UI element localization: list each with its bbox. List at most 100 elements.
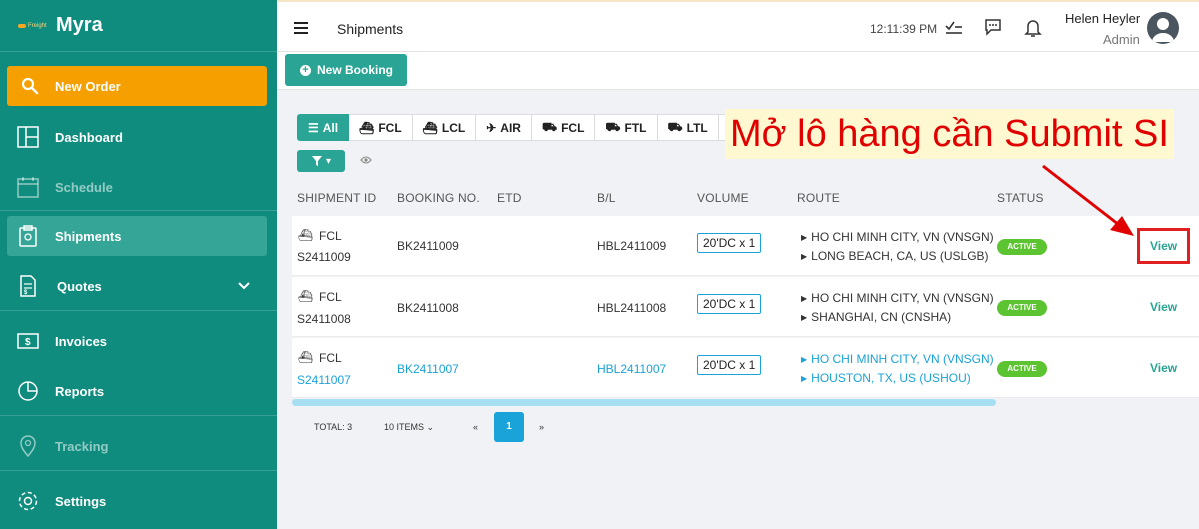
chat-icon[interactable]	[984, 18, 1002, 36]
volume-tag: 20'DC x 1	[697, 294, 762, 314]
sidebar-item-shipments[interactable]: Shipments	[7, 216, 267, 256]
sidebar-item-label: Quotes	[57, 278, 102, 294]
svg-text:$: $	[25, 337, 31, 348]
sidebar-divider	[0, 415, 277, 416]
caret-right-icon: ▶	[801, 294, 808, 303]
ship-icon: ⛴	[422, 120, 438, 135]
brand[interactable]: Freight Myra	[0, 0, 277, 52]
avatar[interactable]	[1147, 12, 1179, 44]
route-origin[interactable]: ▶ HO CHI MINH CITY, VN (VNSGN)	[801, 352, 994, 366]
chevron-down-icon[interactable]	[237, 281, 251, 291]
shipment-mode: FCL	[319, 290, 342, 304]
volume-tag: 20'DC x 1	[697, 233, 762, 253]
sidebar-item-schedule[interactable]: Schedule	[0, 174, 277, 200]
view-button[interactable]: View	[1150, 361, 1177, 375]
column-header-volume[interactable]: VOLUME	[697, 191, 749, 205]
caret-right-icon: ▶	[801, 374, 808, 383]
hamburger-menu-icon[interactable]	[294, 22, 308, 34]
view-button[interactable]: View	[1150, 300, 1177, 314]
gear-icon	[16, 489, 40, 513]
sidebar-item-label: Dashboard	[55, 129, 123, 145]
column-header-shipment-id[interactable]: SHIPMENT ID	[297, 191, 376, 205]
ship-icon: ⛴	[298, 289, 314, 303]
action-bar: + New Booking	[277, 52, 1199, 90]
invoice-doc-icon: $	[16, 274, 40, 298]
caret-right-icon: ▶	[801, 233, 808, 242]
sidebar-item-invoices[interactable]: $ Invoices	[0, 328, 277, 354]
mode-tabs: ☰All ⛴FCL ⛴LCL ✈AIR ⛟FCL ⛟FTL ⛟LTL #OT	[297, 114, 768, 141]
tab-air[interactable]: ✈ AIR	[476, 114, 532, 141]
bl-number-link[interactable]: HBL2411007	[597, 362, 666, 376]
chevron-down-icon: ⌄	[426, 422, 435, 432]
truck-icon: ⛟	[541, 119, 558, 134]
status-badge: ACTIVE	[997, 361, 1047, 377]
annotation-arrow	[1042, 164, 1134, 236]
checklist-icon[interactable]	[944, 18, 964, 38]
tab-fcl-truck[interactable]: ⛟ FCL	[531, 114, 596, 141]
new-order-button[interactable]: New Order	[7, 66, 267, 106]
booking-no: BK2411008	[397, 301, 459, 315]
volume-tag: 20'DC x 1	[697, 355, 762, 375]
route-destination[interactable]: ▶ HOUSTON, TX, US (USHOU)	[801, 371, 971, 385]
sidebar-item-dashboard[interactable]: Dashboard	[0, 124, 277, 150]
money-icon: $	[16, 329, 40, 353]
tab-all[interactable]: ☰ All	[297, 114, 350, 141]
tab-ltl[interactable]: ⛟ LTL	[657, 114, 719, 141]
user-name[interactable]: Helen Heyler	[1065, 11, 1140, 26]
status-badge: ACTIVE	[997, 239, 1047, 255]
status-badge: ACTIVE	[997, 300, 1047, 316]
sidebar-item-label: Settings	[55, 493, 107, 509]
truck-icon: ⛟	[667, 119, 683, 134]
prev-page-button[interactable]: «	[473, 422, 478, 432]
truck-icon: ⛟	[605, 119, 621, 134]
column-header-status[interactable]: STATUS	[997, 191, 1044, 205]
new-booking-button[interactable]: + New Booking	[285, 54, 407, 86]
bl-number: HBL2411009	[597, 239, 667, 253]
tab-fcl-ocean[interactable]: ⛴ FCL	[349, 114, 413, 141]
instruction-annotation: Mở lô hàng cần Submit SI	[725, 109, 1174, 159]
sidebar-item-label: Tracking	[55, 438, 109, 454]
horizontal-scrollbar[interactable]	[292, 399, 996, 406]
shipment-mode: FCL	[319, 229, 342, 243]
filter-icon	[311, 156, 322, 166]
sidebar-item-label: Schedule	[55, 179, 113, 195]
shipment-id-link[interactable]: S2411007	[297, 373, 351, 387]
bell-icon[interactable]	[1024, 18, 1042, 38]
tab-lcl[interactable]: ⛴ LCL	[412, 114, 477, 141]
sidebar-item-tracking[interactable]: Tracking	[0, 433, 277, 459]
user-role: Admin	[1103, 32, 1140, 47]
column-header-route[interactable]: ROUTE	[797, 191, 840, 205]
list-icon: ☰	[308, 120, 319, 135]
eye-icon[interactable]	[360, 155, 372, 165]
ship-icon: ⛴	[359, 120, 375, 135]
top-bar: Shipments 12:11:39 PM Helen Heyler Admin	[277, 0, 1199, 52]
booking-no-link[interactable]: BK2411007	[397, 362, 459, 376]
new-order-label: New Order	[55, 78, 121, 94]
page-title: Shipments	[337, 21, 404, 37]
sidebar-item-label: Invoices	[55, 333, 108, 349]
clock: 12:11:39 PM	[870, 22, 938, 36]
next-page-button[interactable]: »	[539, 422, 544, 432]
calendar-icon	[16, 175, 40, 199]
ship-icon: ⛴	[298, 350, 314, 364]
sidebar-divider	[0, 310, 277, 311]
table-row[interactable]: ⛴ FCL S2411008 BK2411008 HBL2411008 20'D…	[292, 277, 1199, 337]
tab-ftl[interactable]: ⛟ FTL	[595, 114, 658, 141]
filter-dropdown-button[interactable]: ▾	[297, 150, 345, 172]
sidebar-item-quotes[interactable]: $ Quotes	[0, 273, 277, 299]
location-pin-icon	[16, 434, 40, 458]
page-1-button[interactable]: 1	[494, 412, 524, 442]
sidebar-item-label: Reports	[55, 383, 105, 399]
route-destination: ▶ SHANGHAI, CN (CNSHA)	[801, 310, 952, 324]
brand-logo-icon: Freight	[18, 19, 52, 33]
column-header-bl[interactable]: B/L	[597, 191, 616, 205]
shipment-id: S2411008	[297, 312, 351, 326]
pie-chart-icon	[16, 379, 40, 403]
table-row[interactable]: ⛴ FCL S2411007 BK2411007 HBL2411007 20'D…	[292, 338, 1199, 398]
items-per-page-select[interactable]: 10 ITEMS ⌄	[384, 422, 434, 433]
column-header-booking-no[interactable]: BOOKING NO.	[397, 191, 480, 205]
column-header-etd[interactable]: ETD	[497, 191, 522, 205]
sidebar-divider	[0, 470, 277, 471]
sidebar-item-settings[interactable]: Settings	[0, 488, 277, 514]
sidebar-item-reports[interactable]: Reports	[0, 378, 277, 404]
